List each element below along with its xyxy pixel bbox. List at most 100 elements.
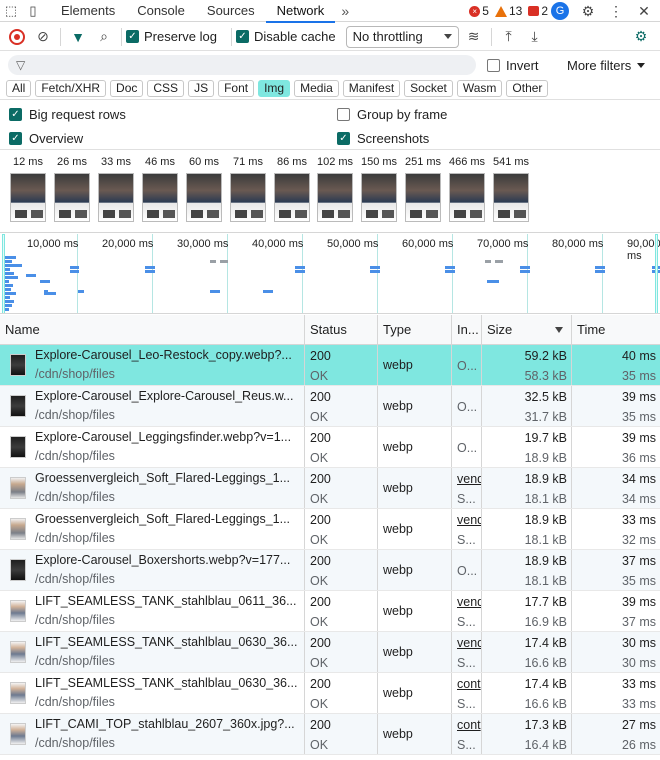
initiator-cell[interactable]: vend S...: [452, 591, 482, 631]
table-row[interactable]: Explore-Carousel_Boxershorts.webp?v=177.…: [0, 550, 660, 591]
group-by-frame-checkbox[interactable]: Group by frame: [337, 107, 447, 122]
table-row[interactable]: Groessenvergleich_Soft_Flared-Leggings_1…: [0, 509, 660, 550]
col-name[interactable]: Name: [0, 315, 305, 344]
table-row[interactable]: Explore-Carousel_Leggingsfinder.webp?v=1…: [0, 427, 660, 468]
screenshot-frame[interactable]: 541 ms: [489, 151, 533, 222]
initiator-cell[interactable]: vend S...: [452, 632, 482, 672]
type-filter-other[interactable]: Other: [506, 80, 549, 97]
import-har-icon[interactable]: ⤒: [496, 24, 522, 50]
initiator-value[interactable]: cont: [457, 715, 481, 735]
settings-gear-icon[interactable]: ⚙: [576, 0, 600, 22]
table-row[interactable]: LIFT_SEAMLESS_TANK_stahlblau_0630_36... /…: [0, 673, 660, 714]
name-cell[interactable]: LIFT_SEAMLESS_TANK_stahlblau_0611_36... /…: [0, 591, 305, 631]
type-filter-all[interactable]: All: [6, 80, 32, 97]
preserve-log-checkbox[interactable]: ✓ Preserve log: [126, 29, 217, 44]
export-har-icon[interactable]: ⤓: [522, 24, 548, 50]
name-cell[interactable]: Explore-Carousel_Leggingsfinder.webp?v=1…: [0, 427, 305, 467]
table-row[interactable]: LIFT_CAMI_TOP_stahlblau_2607_360x.jpg?..…: [0, 714, 660, 755]
initiator-cell[interactable]: vend S...: [452, 509, 482, 549]
more-filters-dropdown[interactable]: More filters: [567, 58, 646, 73]
size-cell: 18.9 kB 18.1 kB: [482, 550, 572, 590]
type-filter-wasm[interactable]: Wasm: [456, 80, 503, 97]
ai-assistant-icon[interactable]: G: [548, 0, 572, 22]
network-settings-icon[interactable]: ⚙: [628, 24, 654, 50]
search-button[interactable]: ⌕: [91, 24, 117, 50]
kebab-menu-icon[interactable]: ⋮: [604, 0, 628, 22]
filter-input[interactable]: [31, 58, 452, 72]
col-status[interactable]: Status: [305, 315, 378, 344]
type-filter-socket[interactable]: Socket: [404, 80, 453, 97]
inspect-element-icon[interactable]: ⬚: [0, 0, 22, 22]
type-filter-doc[interactable]: Doc: [110, 80, 144, 97]
record-button[interactable]: [4, 24, 30, 50]
clear-button[interactable]: ⊘: [30, 24, 56, 50]
throttling-select[interactable]: No throttling: [345, 25, 459, 48]
status-text: OK: [310, 369, 329, 383]
device-toolbar-icon[interactable]: ▯: [22, 0, 44, 22]
tab-sources[interactable]: Sources: [196, 0, 266, 22]
type-filter-media[interactable]: Media: [294, 80, 339, 97]
screenshot-frame[interactable]: 33 ms: [94, 151, 138, 222]
filter-toggle-button[interactable]: ▼: [65, 24, 91, 50]
console-counts[interactable]: × 5 13 2: [469, 0, 548, 22]
screenshot-frame[interactable]: 12 ms: [6, 151, 50, 222]
table-row[interactable]: Explore-Carousel_Explore-Carousel_Reus.w…: [0, 386, 660, 427]
screenshot-frame[interactable]: 102 ms: [313, 151, 357, 222]
initiator-value[interactable]: vend: [457, 469, 481, 489]
screenshot-frame[interactable]: 71 ms: [226, 151, 270, 222]
initiator-cell[interactable]: vend S...: [452, 468, 482, 508]
type-filter-css[interactable]: CSS: [147, 80, 185, 97]
name-cell[interactable]: Explore-Carousel_Leo-Restock_copy.webp?.…: [0, 345, 305, 385]
initiator-value[interactable]: vend: [457, 633, 481, 653]
more-tabs-icon[interactable]: »: [335, 3, 355, 19]
request-name: LIFT_SEAMLESS_TANK_stahlblau_0611_36...: [35, 594, 297, 608]
type-filter-img[interactable]: Img: [258, 80, 291, 97]
screenshot-frame[interactable]: 46 ms: [138, 151, 182, 222]
col-time[interactable]: Time: [572, 315, 660, 344]
name-cell[interactable]: LIFT_CAMI_TOP_stahlblau_2607_360x.jpg?..…: [0, 714, 305, 754]
close-devtools-icon[interactable]: ✕: [632, 0, 656, 22]
screenshot-frame[interactable]: 26 ms: [50, 151, 94, 222]
name-cell[interactable]: Groessenvergleich_Soft_Flared-Leggings_1…: [0, 468, 305, 508]
type-filter-fetchxhr[interactable]: Fetch/XHR: [35, 80, 107, 97]
overview-range-handle-left[interactable]: [2, 234, 5, 313]
screenshot-frame[interactable]: 150 ms: [357, 151, 401, 222]
screenshot-time: 60 ms: [189, 156, 219, 168]
big-request-rows-checkbox[interactable]: ✓ Big request rows: [9, 107, 126, 122]
col-initiator[interactable]: In...: [452, 315, 482, 344]
tab-elements[interactable]: Elements: [50, 0, 126, 22]
name-cell[interactable]: Explore-Carousel_Explore-Carousel_Reus.w…: [0, 386, 305, 426]
table-row[interactable]: LIFT_SEAMLESS_TANK_stahlblau_0630_36... /…: [0, 632, 660, 673]
name-cell[interactable]: LIFT_SEAMLESS_TANK_stahlblau_0630_36... /…: [0, 673, 305, 713]
initiator-value[interactable]: vend: [457, 592, 481, 612]
initiator-value[interactable]: cont: [457, 674, 481, 694]
tab-network[interactable]: Network: [265, 0, 336, 23]
name-cell[interactable]: LIFT_SEAMLESS_TANK_stahlblau_0630_36... /…: [0, 632, 305, 672]
network-overview-timeline[interactable]: 10,000 ms 20,000 ms 30,000 ms 40,000 ms 50,0…: [0, 234, 660, 314]
type-filter-font[interactable]: Font: [218, 80, 255, 97]
table-row[interactable]: Explore-Carousel_Leo-Restock_copy.webp?.…: [0, 345, 660, 386]
type-filter-js[interactable]: JS: [188, 80, 215, 97]
overview-checkbox[interactable]: ✓ Overview: [9, 131, 83, 146]
overview-range-handle-right[interactable]: [655, 234, 658, 313]
name-cell[interactable]: Explore-Carousel_Boxershorts.webp?v=177.…: [0, 550, 305, 590]
initiator-value[interactable]: vend: [457, 510, 481, 530]
invert-checkbox[interactable]: Invert: [487, 58, 539, 73]
disable-cache-checkbox[interactable]: ✓ Disable cache: [235, 29, 336, 44]
name-cell[interactable]: Groessenvergleich_Soft_Flared-Leggings_1…: [0, 509, 305, 549]
screenshot-frame[interactable]: 251 ms: [401, 151, 445, 222]
col-size[interactable]: Size: [482, 315, 572, 344]
screenshot-frame[interactable]: 466 ms: [445, 151, 489, 222]
filter-field[interactable]: ▽: [8, 55, 476, 75]
type-filter-manifest[interactable]: Manifest: [342, 80, 401, 97]
col-type[interactable]: Type: [378, 315, 452, 344]
table-row[interactable]: LIFT_SEAMLESS_TANK_stahlblau_0611_36... /…: [0, 591, 660, 632]
screenshot-frame[interactable]: 86 ms: [270, 151, 314, 222]
screenshots-checkbox[interactable]: ✓ Screenshots: [337, 131, 429, 146]
initiator-cell[interactable]: cont S...: [452, 673, 482, 713]
screenshot-frame[interactable]: 60 ms: [182, 151, 226, 222]
tab-console[interactable]: Console: [126, 0, 196, 22]
table-row[interactable]: Groessenvergleich_Soft_Flared-Leggings_1…: [0, 468, 660, 509]
network-conditions-icon[interactable]: ≋: [461, 24, 487, 50]
initiator-cell[interactable]: cont S...: [452, 714, 482, 754]
